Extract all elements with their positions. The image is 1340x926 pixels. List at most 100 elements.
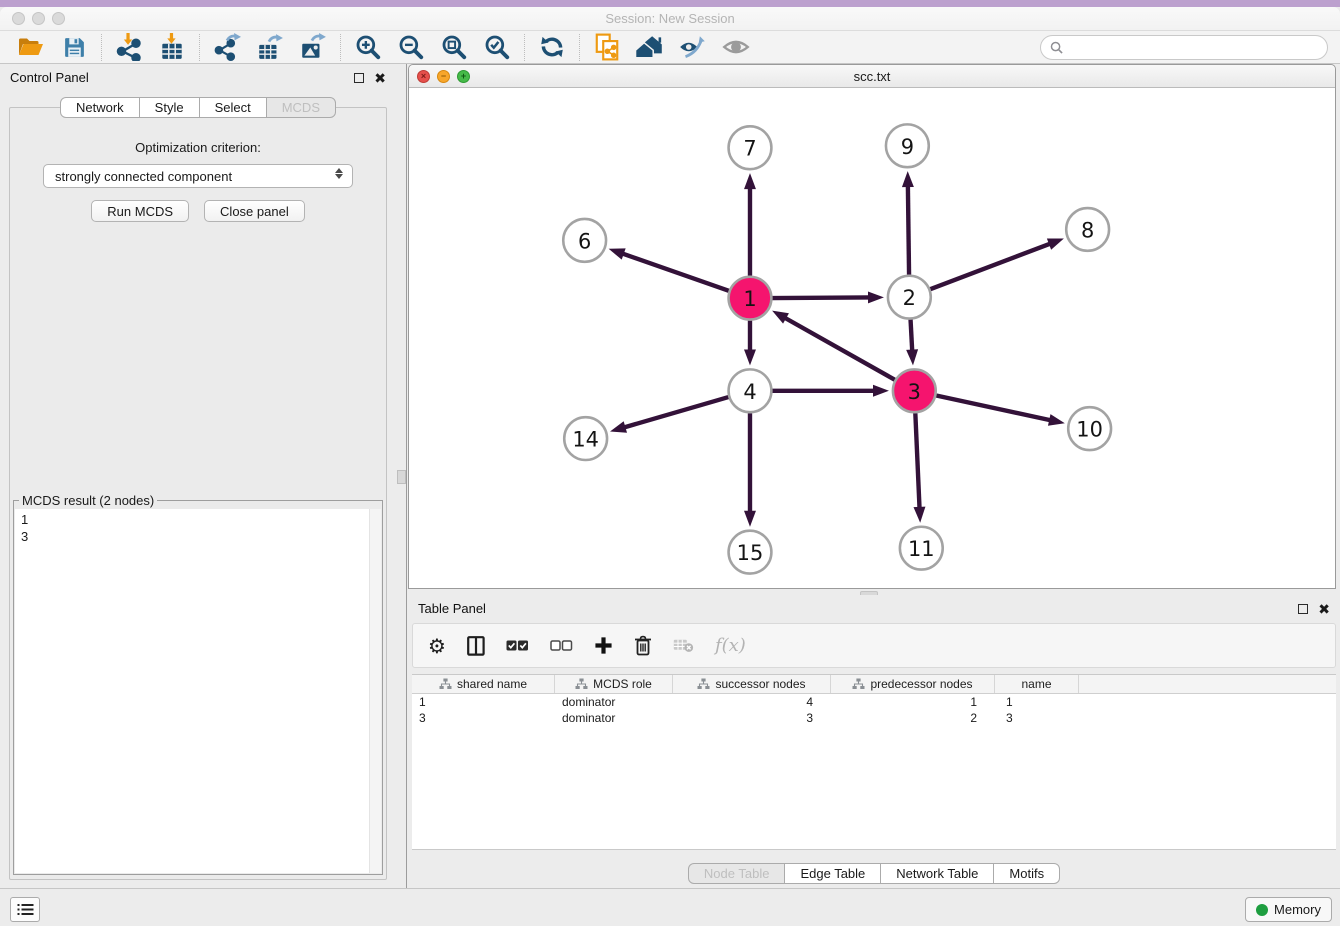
- splitter-grip[interactable]: [397, 470, 406, 484]
- column-visibility-button[interactable]: [467, 636, 485, 656]
- tab-edge-table[interactable]: Edge Table: [784, 863, 881, 884]
- close-table-panel-icon[interactable]: ✖: [1318, 604, 1330, 614]
- table-header-row: shared name MCDS role: [412, 675, 1336, 694]
- show-all-button[interactable]: [721, 32, 751, 62]
- hide-selected-button[interactable]: [678, 32, 708, 62]
- network-minimize-button[interactable]: −: [437, 70, 450, 83]
- graph-arrowhead: [744, 349, 756, 365]
- cell-successor-nodes[interactable]: 4: [673, 695, 831, 709]
- network-copy-button[interactable]: [592, 32, 622, 62]
- column-header-successor-nodes[interactable]: successor nodes: [673, 675, 831, 693]
- tab-network[interactable]: Network: [60, 97, 140, 118]
- import-table-button[interactable]: [157, 32, 187, 62]
- network-zoom-button[interactable]: +: [457, 70, 470, 83]
- cell-predecessor-nodes[interactable]: 1: [831, 695, 995, 709]
- cell-predecessor-nodes[interactable]: 2: [831, 711, 995, 725]
- tab-motifs[interactable]: Motifs: [993, 863, 1060, 884]
- cell-name[interactable]: 1: [995, 695, 1079, 709]
- hierarchy-icon: [852, 678, 865, 690]
- selected-option: strongly connected component: [55, 169, 232, 184]
- cell-shared-name[interactable]: 1: [412, 695, 555, 709]
- delete-table-button[interactable]: [673, 638, 694, 653]
- column-header-name[interactable]: name: [995, 675, 1079, 693]
- delete-table-icon: [673, 638, 694, 653]
- cell-successor-nodes[interactable]: 3: [673, 711, 831, 725]
- eye-icon: [721, 33, 751, 61]
- zoom-selected-icon: [483, 33, 511, 61]
- export-network-button[interactable]: [212, 32, 242, 62]
- graph-edge-1-6[interactable]: [622, 253, 729, 290]
- tab-network-table[interactable]: Network Table: [880, 863, 994, 884]
- export-image-button[interactable]: [298, 32, 328, 62]
- minimize-window-button[interactable]: [32, 12, 45, 25]
- close-panel-icon[interactable]: ✖: [374, 73, 386, 83]
- mcds-result-list[interactable]: 1 3: [15, 509, 381, 873]
- network-graph: 7968124314101511: [410, 89, 1334, 587]
- table-settings-button[interactable]: ⚙: [428, 636, 446, 656]
- graph-edge-1-2[interactable]: [772, 297, 870, 298]
- gear-icon: ⚙: [428, 636, 446, 656]
- zoom-selected-button[interactable]: [482, 32, 512, 62]
- graph-edge-3-11[interactable]: [915, 413, 919, 509]
- add-column-button[interactable]: [594, 636, 613, 655]
- hierarchy-icon: [697, 678, 710, 690]
- zoom-out-button[interactable]: [396, 32, 426, 62]
- tab-select[interactable]: Select: [199, 97, 267, 118]
- import-network-button[interactable]: [114, 32, 144, 62]
- export-table-button[interactable]: [255, 32, 285, 62]
- node-table: shared name MCDS role: [412, 674, 1336, 850]
- optimization-criterion-select[interactable]: strongly connected component: [43, 164, 353, 188]
- tab-mcds[interactable]: MCDS: [266, 97, 336, 118]
- import-table-icon: [158, 33, 186, 61]
- graph-edge-2-9[interactable]: [908, 185, 909, 275]
- memory-button[interactable]: Memory: [1245, 897, 1332, 922]
- float-table-panel-icon[interactable]: [1298, 604, 1308, 614]
- deselect-all-button[interactable]: [550, 639, 573, 652]
- memory-label: Memory: [1274, 902, 1321, 917]
- table-row[interactable]: 1 dominator 4 1 1: [412, 694, 1336, 710]
- table-row[interactable]: 3 dominator 3 2 3: [412, 710, 1336, 726]
- cell-mcds-role[interactable]: dominator: [555, 695, 673, 709]
- column-header-mcds-role[interactable]: MCDS role: [555, 675, 673, 693]
- cell-mcds-role[interactable]: dominator: [555, 711, 673, 725]
- vertical-splitter[interactable]: [396, 64, 407, 888]
- graph-node-label: 10: [1076, 418, 1103, 442]
- run-mcds-button[interactable]: Run MCDS: [91, 200, 189, 222]
- open-session-button[interactable]: [16, 32, 46, 62]
- cell-name[interactable]: 3: [995, 711, 1079, 725]
- graph-edge-3-10[interactable]: [936, 396, 1051, 421]
- column-header-shared-name[interactable]: shared name: [412, 675, 555, 693]
- close-window-button[interactable]: [12, 12, 25, 25]
- mcds-result-title: MCDS result (2 nodes): [19, 493, 157, 508]
- graph-arrowhead: [914, 507, 926, 523]
- zoom-fit-button[interactable]: [439, 32, 469, 62]
- result-scrollbar[interactable]: [369, 509, 381, 873]
- column-header-predecessor-nodes[interactable]: predecessor nodes: [831, 675, 995, 693]
- cell-shared-name[interactable]: 3: [412, 711, 555, 725]
- network-canvas[interactable]: 7968124314101511: [410, 89, 1334, 587]
- zoom-in-icon: [354, 33, 382, 61]
- graph-edge-2-8[interactable]: [930, 243, 1051, 289]
- graph-node-label: 1: [743, 287, 756, 311]
- maximize-window-button[interactable]: [52, 12, 65, 25]
- graph-arrowhead: [772, 311, 789, 324]
- graph-edge-2-3[interactable]: [911, 320, 913, 352]
- network-close-button[interactable]: ×: [417, 70, 430, 83]
- delete-column-button[interactable]: [634, 635, 652, 656]
- search-icon: [1050, 41, 1063, 54]
- select-all-button[interactable]: [506, 639, 529, 652]
- search-box: [1040, 35, 1328, 60]
- close-panel-button[interactable]: Close panel: [204, 200, 305, 222]
- save-session-button[interactable]: [59, 32, 89, 62]
- apply-function-button[interactable]: f(x): [715, 635, 746, 656]
- graph-edge-3-1[interactable]: [784, 317, 895, 379]
- float-panel-icon[interactable]: [354, 73, 364, 83]
- graph-edge-4-14[interactable]: [623, 397, 728, 428]
- task-history-button[interactable]: [10, 897, 40, 922]
- apply-layout-button[interactable]: [537, 32, 567, 62]
- zoom-in-button[interactable]: [353, 32, 383, 62]
- houses-button[interactable]: [635, 32, 665, 62]
- tab-style[interactable]: Style: [139, 97, 200, 118]
- tab-node-table[interactable]: Node Table: [688, 863, 786, 884]
- search-input[interactable]: [1069, 40, 1318, 55]
